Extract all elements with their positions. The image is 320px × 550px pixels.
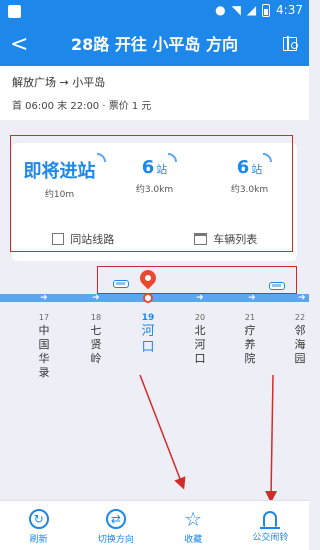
route-hours: 首 06:00 末 22:00 · 票价 1 元 (12, 101, 152, 112)
status-icons: ● ◥ ◢ 4:37 (215, 3, 303, 17)
highlight-box (97, 266, 297, 294)
back-button[interactable]: < (10, 31, 34, 59)
station-item[interactable]: 18 七贤岭 (88, 312, 104, 366)
favorite-label: 收藏 (184, 535, 203, 545)
station-name: 河口 (141, 324, 155, 355)
notification-icon (8, 5, 21, 18)
annotation-arrow (265, 374, 278, 503)
status-time: 4:37 (276, 3, 303, 17)
arrow-right-icon: ➜ (92, 293, 100, 303)
refresh-button[interactable]: ↻ 刷新 (0, 501, 77, 550)
arrow-right-icon: ➜ (298, 293, 306, 303)
annotation-arrow (139, 374, 186, 490)
station-item[interactable]: 17 中国华录 (36, 312, 52, 380)
favorite-button[interactable]: ☆ 收藏 (155, 501, 232, 550)
route-path: 解放广场 → 小平岛 (12, 76, 106, 89)
switch-direction-button[interactable]: ⇄ 切换方向 (77, 501, 154, 550)
station-number: 22 (294, 313, 306, 322)
station-item[interactable]: 22 邻海园 (292, 312, 308, 366)
station-item-current[interactable]: 19 河口 (140, 312, 156, 356)
bottom-tab-bar: ↻ 刷新 ⇄ 切换方向 ☆ 收藏 公交闹铃 (0, 500, 309, 550)
station-number: 21 (244, 313, 256, 322)
arrow-right-icon: ➜ (40, 293, 48, 303)
station-name: 邻海园 (294, 324, 306, 365)
map-icon[interactable] (283, 36, 298, 51)
station-name: 中国华录 (38, 324, 50, 379)
station-item[interactable]: 21 疗养院 (242, 312, 258, 366)
location-icon: ● (215, 3, 226, 17)
station-number: 17 (38, 313, 50, 322)
status-bar: ● ◥ ◢ 4:37 (0, 0, 309, 24)
star-icon: ☆ (184, 507, 203, 531)
station-name: 北河口 (194, 324, 206, 365)
switch-direction-label: 切换方向 (97, 535, 134, 545)
battery-icon (262, 3, 271, 17)
refresh-label: 刷新 (29, 535, 48, 545)
arrow-right-icon: ➜ (248, 293, 256, 303)
station-number: 19 (141, 313, 155, 323)
bell-icon (260, 511, 281, 529)
station-number: 20 (194, 313, 206, 322)
station-number: 18 (90, 313, 102, 322)
route-info: 解放广场 → 小平岛 首 06:00 末 22:00 · 票价 1 元 (0, 66, 309, 120)
station-name: 疗养院 (244, 324, 256, 365)
station-name: 七贤岭 (90, 324, 102, 365)
bus-alarm-label: 公交闹铃 (252, 533, 289, 543)
arrow-right-icon: ➜ (196, 293, 204, 303)
bus-alarm-button[interactable]: 公交闹铃 (232, 501, 309, 550)
wifi-icon: ◥ (231, 3, 241, 17)
current-stop-dot (143, 293, 153, 303)
station-item[interactable]: 20 北河口 (192, 312, 208, 366)
signal-icon: ◢ (246, 3, 257, 17)
header: < 28路 开往 小平岛 方向 (0, 24, 309, 66)
refresh-icon: ↻ (28, 509, 49, 529)
switch-direction-icon: ⇄ (105, 509, 126, 529)
highlight-box (10, 135, 293, 252)
page-title: 28路 开往 小平岛 方向 (71, 35, 238, 54)
